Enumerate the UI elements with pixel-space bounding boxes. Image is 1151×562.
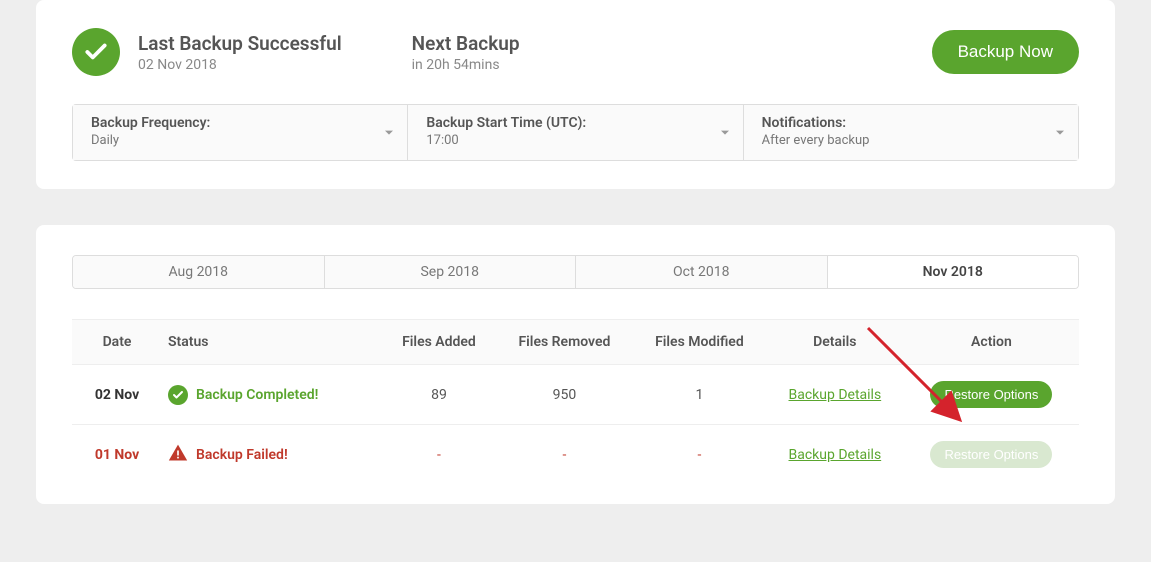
row-files-removed: 950 — [496, 365, 633, 425]
last-backup-date: 02 Nov 2018 — [138, 57, 342, 73]
tab-aug-2018[interactable]: Aug 2018 — [73, 256, 325, 288]
table-row: 02 Nov Backup Completed! 89 950 1 Backup… — [72, 365, 1079, 425]
last-backup-block: Last Backup Successful 02 Nov 2018 — [138, 32, 342, 73]
row-files-removed: - — [496, 425, 633, 485]
backup-details-link[interactable]: Backup Details — [789, 387, 882, 403]
col-status: Status — [162, 320, 382, 365]
restore-options-button-disabled: Restore Options — [930, 441, 1052, 468]
last-backup-title: Last Backup Successful — [138, 32, 342, 55]
notifications-label: Notifications: — [762, 115, 1060, 131]
alert-triangle-icon — [168, 443, 188, 467]
backup-now-button[interactable]: Backup Now — [932, 30, 1079, 74]
notifications-value: After every backup — [762, 133, 1060, 148]
backup-frequency-value: Daily — [91, 133, 389, 148]
row-files-added: 89 — [382, 365, 496, 425]
tab-nov-2018[interactable]: Nov 2018 — [828, 256, 1079, 288]
table-row: 01 Nov Backup Failed! - - - Backup Detai… — [72, 425, 1079, 485]
settings-row: Backup Frequency: Daily Backup Start Tim… — [72, 104, 1079, 161]
row-status-label: Backup Failed! — [196, 447, 288, 463]
row-status: Backup Completed! — [168, 385, 374, 405]
month-tabs: Aug 2018 Sep 2018 Oct 2018 Nov 2018 — [72, 255, 1079, 289]
next-backup-block: Next Backup in 20h 54mins — [412, 32, 520, 73]
backup-frequency-select[interactable]: Backup Frequency: Daily — [73, 105, 408, 160]
row-files-modified: 1 — [633, 365, 766, 425]
col-files-modified: Files Modified — [633, 320, 766, 365]
row-date: 01 Nov — [72, 425, 162, 485]
row-date: 02 Nov — [72, 365, 162, 425]
notifications-select[interactable]: Notifications: After every backup — [744, 105, 1078, 160]
chevron-down-icon — [1056, 125, 1064, 141]
success-check-icon — [72, 28, 120, 76]
chevron-down-icon — [385, 125, 393, 141]
col-date: Date — [72, 320, 162, 365]
backup-history-card: Aug 2018 Sep 2018 Oct 2018 Nov 2018 Date… — [36, 225, 1115, 504]
row-status: Backup Failed! — [168, 443, 374, 467]
restore-options-button[interactable]: Restore Options — [930, 381, 1052, 408]
backup-details-link[interactable]: Backup Details — [789, 447, 882, 463]
backup-start-time-select[interactable]: Backup Start Time (UTC): 17:00 — [408, 105, 743, 160]
check-circle-icon — [168, 385, 188, 405]
backup-history-table: Date Status Files Added Files Removed Fi… — [72, 319, 1079, 484]
tab-oct-2018[interactable]: Oct 2018 — [576, 256, 828, 288]
col-files-removed: Files Removed — [496, 320, 633, 365]
tab-sep-2018[interactable]: Sep 2018 — [325, 256, 577, 288]
row-files-modified: - — [633, 425, 766, 485]
col-files-added: Files Added — [382, 320, 496, 365]
backup-frequency-label: Backup Frequency: — [91, 115, 389, 131]
row-status-label: Backup Completed! — [196, 387, 318, 403]
next-backup-title: Next Backup — [412, 32, 520, 55]
backup-start-time-value: 17:00 — [426, 133, 724, 148]
row-files-added: - — [382, 425, 496, 485]
chevron-down-icon — [721, 125, 729, 141]
status-row: Last Backup Successful 02 Nov 2018 Next … — [72, 28, 1079, 76]
col-action: Action — [904, 320, 1079, 365]
backup-summary-card: Last Backup Successful 02 Nov 2018 Next … — [36, 0, 1115, 189]
col-details: Details — [766, 320, 904, 365]
backup-start-time-label: Backup Start Time (UTC): — [426, 115, 724, 131]
next-backup-in: in 20h 54mins — [412, 57, 520, 73]
